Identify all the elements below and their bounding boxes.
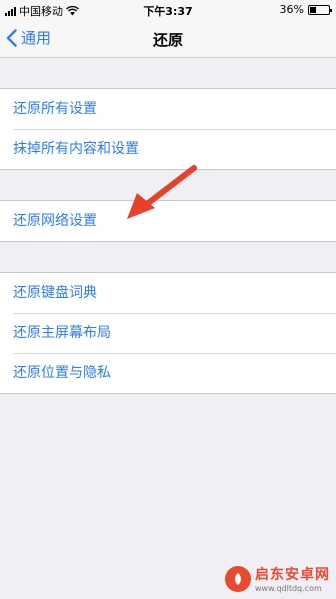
reset-all-settings-row[interactable]: 还原所有设置 — [0, 89, 336, 129]
watermark: 启东安卓网 www.qdltdq.com — [225, 564, 330, 593]
settings-group-3: 还原键盘词典 还原主屏幕布局 还原位置与隐私 — [0, 272, 336, 394]
watermark-title: 启东安卓网 — [255, 567, 330, 583]
watermark-logo-icon — [225, 565, 251, 592]
status-bar: 中国移动 下午3:37 36% — [0, 0, 336, 18]
erase-all-content-row[interactable]: 抹掉所有内容和设置 — [0, 129, 336, 169]
reset-keyboard-dictionary-row[interactable]: 还原键盘词典 — [0, 273, 336, 313]
watermark-url: www.qdltdq.com — [255, 584, 322, 593]
reset-network-settings-row[interactable]: 还原网络设置 — [0, 201, 336, 241]
battery-percent: 36% — [279, 3, 304, 16]
settings-group-1: 还原所有设置 抹掉所有内容和设置 — [0, 88, 336, 170]
reset-home-screen-layout-row[interactable]: 还原主屏幕布局 — [0, 313, 336, 353]
status-right: 36% — [279, 3, 332, 16]
settings-group-2: 还原网络设置 — [0, 200, 336, 242]
reset-location-privacy-row[interactable]: 还原位置与隐私 — [0, 353, 336, 393]
battery-icon — [308, 4, 332, 15]
page-title: 还原 — [152, 31, 183, 49]
navigation-bar: 通用 还原 — [0, 18, 336, 58]
battery-level — [310, 6, 316, 13]
